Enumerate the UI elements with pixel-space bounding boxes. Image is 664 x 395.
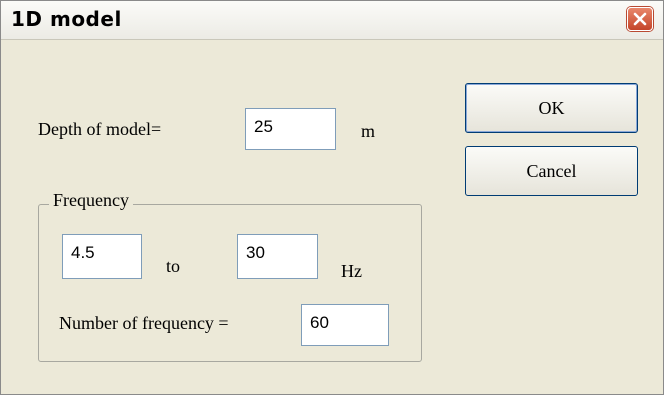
title-bar[interactable]: 1D model xyxy=(1,1,663,40)
frequency-group-legend: Frequency xyxy=(49,190,133,211)
frequency-to-input[interactable]: 30 xyxy=(237,234,318,279)
depth-unit-label: m xyxy=(361,121,376,141)
dialog-1d-model: 1D model Depth of model= 25 m OK Cancel … xyxy=(0,0,664,395)
window-title: 1D model xyxy=(11,7,122,31)
close-icon xyxy=(633,12,647,26)
frequency-from-input[interactable]: 4.5 xyxy=(62,234,142,279)
ok-button[interactable]: OK xyxy=(465,83,638,133)
close-button[interactable] xyxy=(627,7,653,31)
depth-label: Depth of model= xyxy=(38,119,162,139)
frequency-count-input[interactable]: 60 xyxy=(301,304,389,346)
hz-unit-label: Hz xyxy=(341,261,362,281)
to-label: to xyxy=(166,256,181,276)
depth-input[interactable]: 25 xyxy=(245,108,336,150)
cancel-button[interactable]: Cancel xyxy=(465,146,638,196)
frequency-count-label: Number of frequency = xyxy=(59,313,229,333)
